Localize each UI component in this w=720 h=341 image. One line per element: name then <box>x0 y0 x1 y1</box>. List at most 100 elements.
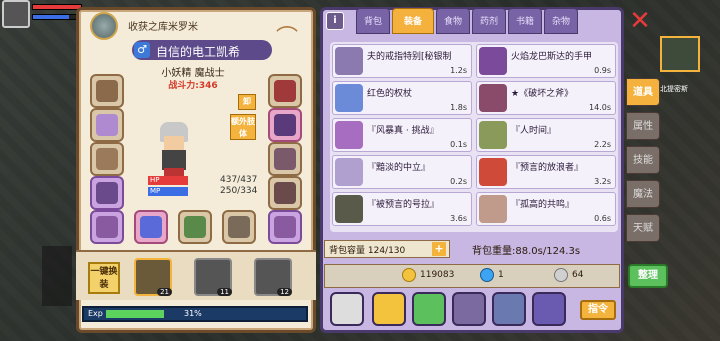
slot-ring-left[interactable] <box>90 210 124 244</box>
ring-icon <box>96 216 118 238</box>
slot-hat[interactable] <box>90 74 124 108</box>
side-tab-skills[interactable]: 技能 <box>626 146 660 174</box>
slot-head-right[interactable] <box>268 74 302 108</box>
unload-button[interactable]: 卸 <box>238 94 256 110</box>
side-tab-attributes[interactable]: 属性 <box>626 112 660 140</box>
inventory-tabs: 背包 装备 食物 药剂 书籍 杂物 <box>356 8 578 34</box>
inventory-item[interactable]: 『人时间』 2.2s <box>476 118 616 152</box>
item-icon <box>479 47 507 75</box>
hp-stat: HP 437/437 <box>148 175 258 185</box>
item-icon <box>335 158 363 186</box>
item-time: 14.0s <box>589 103 611 112</box>
side-tab-magic[interactable]: 魔法 <box>626 180 660 208</box>
tab-books[interactable]: 书籍 <box>508 8 542 34</box>
slot-amulet[interactable] <box>90 108 124 142</box>
side-tab-talent[interactable]: 天赋 <box>626 214 660 242</box>
item-icon <box>335 195 363 223</box>
item-time: 0.1s <box>450 140 467 149</box>
hud-hp-bar <box>32 4 82 10</box>
inventory-item[interactable]: 『被预言的号拉』 3.6s <box>332 192 472 226</box>
item-name: 『孤高的共鸣』 <box>511 200 575 210</box>
silver-coin-icon <box>554 268 568 282</box>
item-time: 0.6s <box>594 214 611 223</box>
sort-button[interactable]: 整理 <box>628 264 668 288</box>
item-name: 红色的权杖 <box>367 89 413 99</box>
discard-button[interactable] <box>330 292 364 326</box>
male-icon: ♂ <box>134 42 150 58</box>
tab-backpack[interactable]: 背包 <box>356 8 390 34</box>
close-icon[interactable]: ✕ <box>628 8 652 34</box>
item-time: 3.6s <box>450 214 467 223</box>
inventory-item[interactable]: 夫的戒指特别[秘银制 1.2s <box>332 44 472 78</box>
slot-bow[interactable] <box>222 210 256 244</box>
left-arrow-control[interactable] <box>42 246 72 306</box>
slot-boots[interactable] <box>268 176 302 210</box>
item-time: 0.2s <box>450 177 467 186</box>
tab-food[interactable]: 食物 <box>436 8 470 34</box>
avatar[interactable] <box>2 0 30 28</box>
sword-skill-icon[interactable] <box>532 292 566 326</box>
belt-icon <box>274 148 296 170</box>
magic-circle-icon[interactable] <box>452 292 486 326</box>
inventory-item[interactable]: 火焰龙巴斯达的手甲 0.9s <box>476 44 616 78</box>
inventory-item[interactable]: 『孤高的共鸣』 0.6s <box>476 192 616 226</box>
tab-potion[interactable]: 药剂 <box>472 8 506 34</box>
item-name: 『风暴真 · 挑战』 <box>367 126 439 136</box>
gold-amount: 119083 <box>420 270 455 280</box>
slot-ring-right[interactable] <box>268 210 302 244</box>
shell-icon <box>96 114 118 136</box>
item-icon <box>335 121 363 149</box>
hat-icon <box>96 80 118 102</box>
heal-icon[interactable] <box>412 292 446 326</box>
info-icon[interactable]: i <box>326 12 344 30</box>
side-tab-items[interactable]: 道具 <box>626 78 660 106</box>
one-click-outfit-button[interactable]: 一键换装 <box>88 262 120 294</box>
slot-weapon-main[interactable] <box>134 210 168 244</box>
cross-icon <box>96 182 118 204</box>
team-member-1[interactable]: 21 <box>134 258 172 296</box>
inventory-item[interactable]: ★《破坏之斧》 14.0s <box>476 81 616 115</box>
character-name: 自信的电工凯希 <box>156 45 241 59</box>
tab-equipment[interactable]: 装备 <box>392 8 434 34</box>
mp-stat: MP 250/334 <box>148 186 258 196</box>
inventory-item[interactable]: 『风暴真 · 挑战』 0.1s <box>332 118 472 152</box>
team-member-3[interactable]: 12 <box>254 258 292 296</box>
silver-amount: 64 <box>572 270 584 280</box>
item-icon <box>335 84 363 112</box>
slot-accessory[interactable] <box>90 176 124 210</box>
gem-amount: 1 <box>498 270 504 280</box>
sword-icon <box>184 216 206 238</box>
minimap[interactable] <box>660 36 700 72</box>
hanger-icon[interactable]: ⌒ <box>276 20 298 52</box>
command-button[interactable]: 指令 <box>580 300 616 320</box>
item-name: 『预言的放浪者』 <box>511 163 584 173</box>
inventory-item[interactable]: 红色的权杖 1.8s <box>332 81 472 115</box>
team-member-2[interactable]: 11 <box>194 258 232 296</box>
item-icon <box>479 121 507 149</box>
gold-coin-icon <box>402 268 416 282</box>
item-name: 火焰龙巴斯达的手甲 <box>511 52 593 62</box>
item-icon <box>335 47 363 75</box>
guild-emblem-icon <box>90 12 118 40</box>
armor-icon <box>96 148 118 170</box>
slot-weapon-off[interactable] <box>178 210 212 244</box>
expand-capacity-button[interactable]: + <box>432 242 446 256</box>
item-time: 2.2s <box>594 140 611 149</box>
scepter-icon <box>140 216 162 238</box>
inventory-item[interactable]: 『黯淡的中立』 0.2s <box>332 155 472 189</box>
item-name: 『人时间』 <box>511 126 557 136</box>
item-name: ★《破坏之斧》 <box>511 89 574 99</box>
shield-icon[interactable] <box>492 292 526 326</box>
slot-gauntlet[interactable] <box>268 108 302 142</box>
weight-label: 背包重量:88.0s/124.3s <box>472 246 581 257</box>
sun-icon[interactable] <box>372 292 406 326</box>
tab-misc[interactable]: 杂物 <box>544 8 578 34</box>
gauntlet-icon <box>274 114 296 136</box>
slot-belt[interactable] <box>268 142 302 176</box>
exp-bar: Exp 31% <box>82 306 308 322</box>
item-name: 『被预言的号拉』 <box>367 200 440 210</box>
inventory-item[interactable]: 『预言的放浪者』 3.2s <box>476 155 616 189</box>
bow-icon <box>228 216 250 238</box>
slot-armor[interactable] <box>90 142 124 176</box>
extra-limb-button[interactable]: 额外肢体 <box>230 114 256 140</box>
